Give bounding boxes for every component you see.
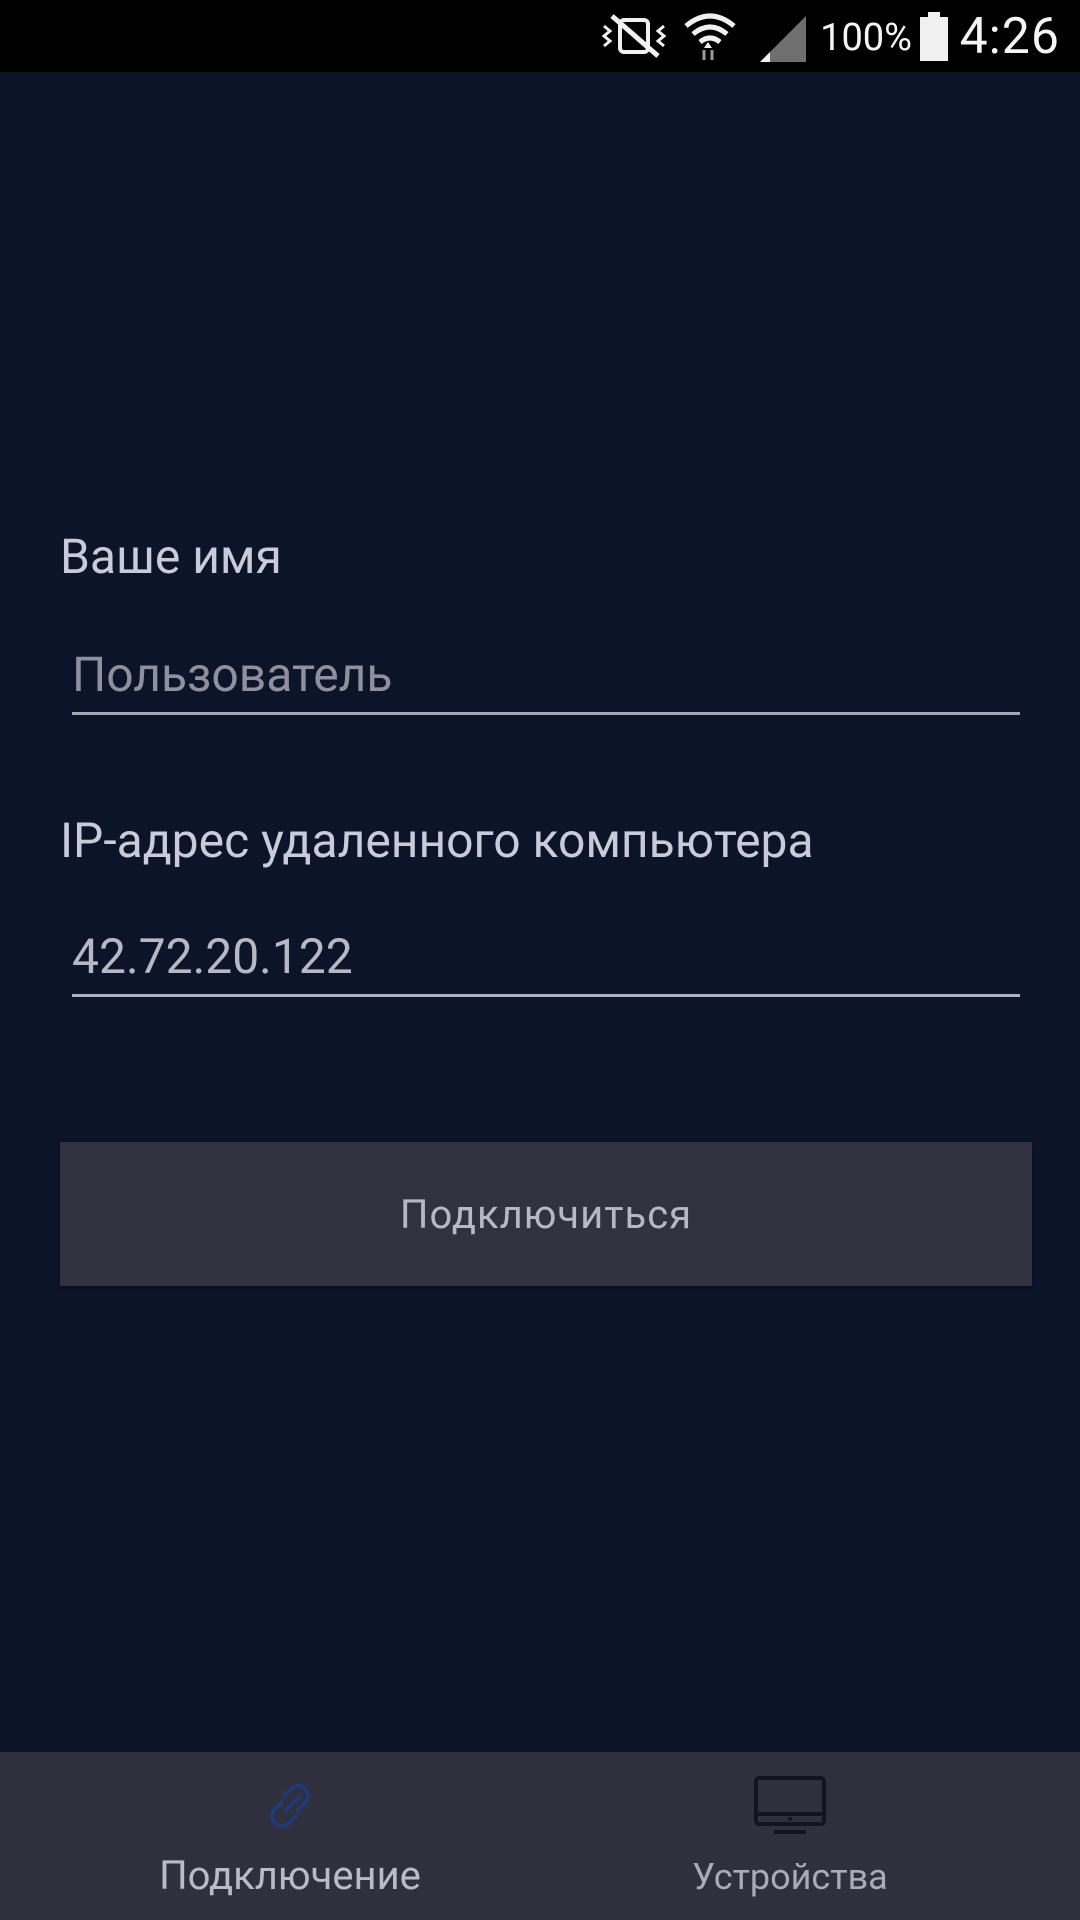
ip-label: IP-адрес удаленного компьютера [60,812,814,869]
nav-item-connection[interactable]: Подключение [20,1752,560,1920]
link-icon [258,1774,322,1842]
nav-label-devices: Устройства [692,1856,888,1898]
monitor-icon [752,1774,828,1842]
signal-icon [756,12,808,68]
bottom-navigation: Подключение Устройства [0,1752,1080,1920]
nav-label-connection: Подключение [159,1852,421,1899]
battery-percent: 100% [820,16,912,60]
ip-address-input[interactable] [72,918,1020,997]
name-label: Ваше имя [60,528,282,585]
connect-button[interactable]: Подключиться [60,1142,1032,1286]
status-bar: 100% 4:26 [0,0,1080,72]
name-input[interactable] [72,636,1020,715]
wifi-icon [682,8,738,68]
battery-icon [918,12,950,66]
nav-item-devices[interactable]: Устройства [520,1752,1060,1920]
status-time: 4:26 [959,8,1060,66]
vibrate-mute-icon [598,12,670,64]
